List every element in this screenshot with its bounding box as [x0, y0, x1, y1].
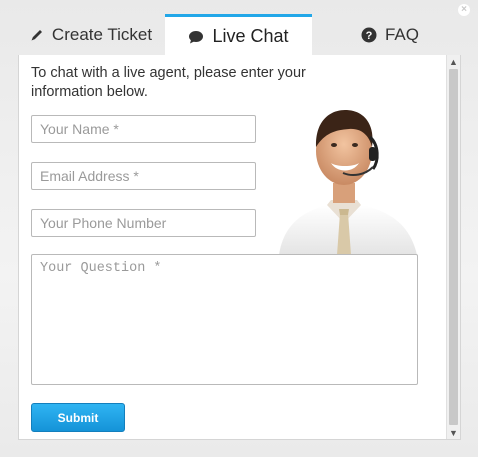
svg-text:?: ?	[366, 30, 373, 42]
agent-photo	[279, 109, 417, 255]
submit-button[interactable]: Submit	[31, 403, 125, 432]
question-field[interactable]	[31, 254, 418, 385]
tab-live-chat[interactable]: Live Chat	[165, 14, 312, 56]
tab-bar: Create Ticket Live Chat ? FAQ	[0, 14, 478, 56]
tab-faq[interactable]: ? FAQ	[340, 14, 440, 56]
chat-bubble-icon	[188, 30, 204, 44]
email-field[interactable]	[31, 162, 256, 190]
tab-label: FAQ	[384, 25, 419, 44]
tab-label: Live Chat	[212, 26, 289, 46]
tab-label: Create Ticket	[51, 25, 153, 44]
scroll-thumb[interactable]	[449, 69, 458, 425]
scrollbar[interactable]: ▲ ▼	[446, 55, 460, 439]
scroll-down-icon[interactable]: ▼	[447, 426, 460, 439]
phone-field[interactable]	[31, 209, 256, 237]
scroll-up-icon[interactable]: ▲	[447, 55, 460, 69]
pencil-icon	[30, 28, 44, 42]
tab-create-ticket[interactable]: Create Ticket	[20, 14, 162, 56]
question-circle-icon: ?	[361, 27, 377, 43]
live-chat-panel: To chat with a live agent, please enter …	[18, 55, 461, 440]
name-field[interactable]	[31, 115, 256, 143]
chat-widget: × Create Ticket Live Chat ? FAQ To chat …	[0, 0, 478, 457]
